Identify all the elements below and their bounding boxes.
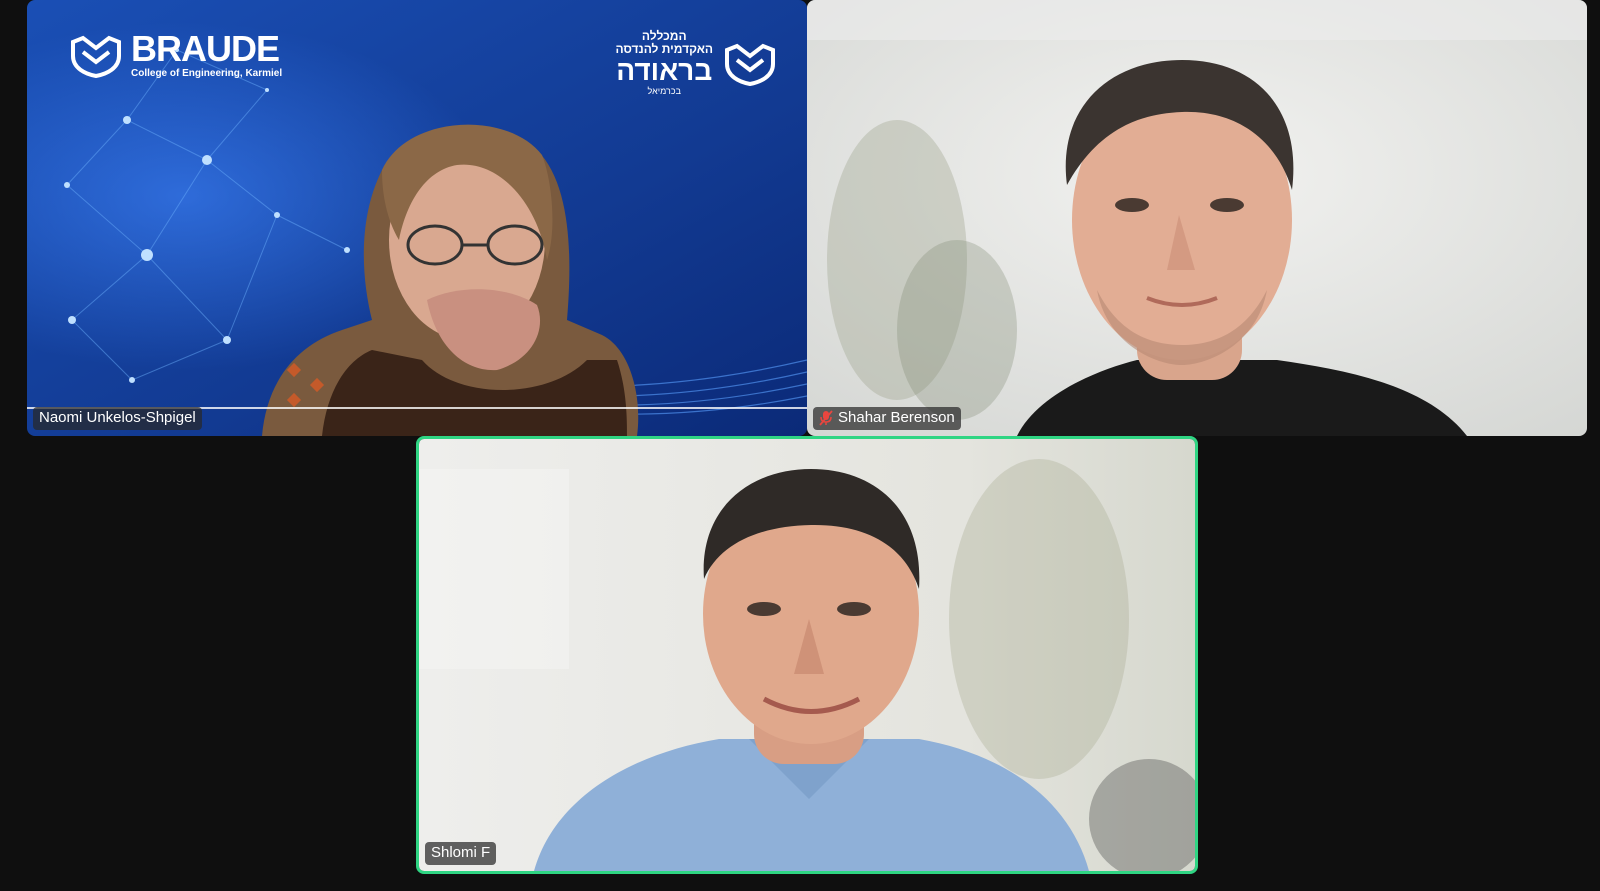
- participant-name: Shahar Berenson: [838, 409, 955, 426]
- braude-logo-en: BRAUDE College of Engineering, Karmiel: [67, 28, 283, 79]
- video-tile-shlomi-active-speaker[interactable]: Shlomi F: [416, 436, 1198, 874]
- video-feed: [419, 439, 1195, 871]
- video-gallery: BRAUDE College of Engineering, Karmiel ה…: [0, 0, 1600, 891]
- video-feed: [807, 0, 1587, 436]
- microphone-muted-icon: [819, 410, 833, 426]
- participant-name-label: Shahar Berenson: [813, 407, 961, 430]
- brand-subtitle-en: College of Engineering, Karmiel: [131, 68, 283, 79]
- crown-logo-icon: [71, 35, 121, 78]
- participant-name-label: Shlomi F: [425, 842, 497, 865]
- brand-he-sub: בכרמיאל: [647, 86, 681, 97]
- crown-logo-icon: [725, 43, 775, 86]
- braude-logo-he: המכללה האקדמית להנדסה בראודה בכרמיאל: [616, 29, 779, 97]
- participant-name: Shlomi F: [431, 844, 491, 861]
- brand-name-en: BRAUDE: [131, 28, 280, 69]
- participant-name: Naomi Unkelos-Shpigel: [39, 409, 196, 426]
- brand-he-main: בראודה: [616, 55, 713, 87]
- participant-name-label: Naomi Unkelos-Shpigel: [33, 407, 202, 430]
- video-tile-shahar[interactable]: Shahar Berenson: [807, 0, 1587, 436]
- video-tile-naomi[interactable]: BRAUDE College of Engineering, Karmiel ה…: [27, 0, 807, 436]
